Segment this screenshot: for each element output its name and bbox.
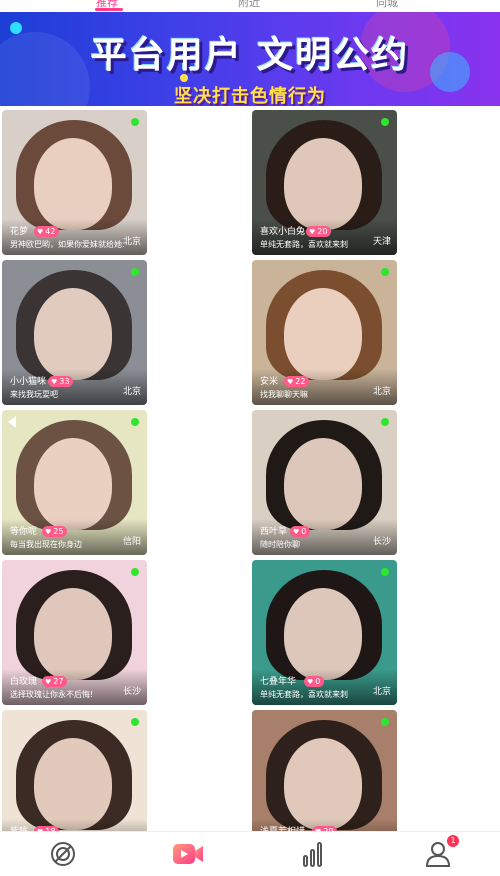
online-status-dot <box>131 568 139 576</box>
heart-icon: ♥ <box>309 228 316 236</box>
play-arrow-icon[interactable] <box>8 416 16 428</box>
likes-count: 33 <box>59 377 70 386</box>
likes-count: 0 <box>301 527 307 536</box>
user-grid: 花萝 ♥ 42 北京 男神欧巴哟，如果你爱妹就给她... 喜欢小白兔 ♥ 20 天津… <box>0 110 500 832</box>
top-tabs: 推荐 附近 同城 <box>0 0 500 12</box>
photo-face <box>34 288 112 380</box>
user-city: 长沙 <box>122 687 141 697</box>
user-card[interactable]: 七叠年华 ♥ 0 北京 单纯无套路，喜欢就来刺 <box>252 560 397 705</box>
user-name: 等你呢 <box>10 527 38 537</box>
tab-same-city[interactable]: 同城 <box>376 0 398 10</box>
user-card[interactable]: 等你呢 ♥ 25 信阳 每当我出现在你身边 <box>2 410 147 555</box>
user-city: 长沙 <box>372 537 391 547</box>
photo-face <box>284 288 362 380</box>
user-card[interactable]: 西叶草 ♥ 0 长沙 随时陪你聊 <box>252 410 397 555</box>
announcement-banner[interactable]: 平台用户 文明公约 坚决打击色情行为 <box>0 12 500 106</box>
user-city: 天津 <box>372 237 391 247</box>
user-card[interactable]: 小小猫咪 ♥ 33 北京 来找我玩耍吧 <box>2 260 147 405</box>
likes-count: 27 <box>53 677 64 686</box>
heart-icon: ♥ <box>307 678 314 686</box>
likes-count: 20 <box>317 227 328 236</box>
heart-icon: ♥ <box>293 528 300 536</box>
user-city: 北京 <box>372 687 391 697</box>
likes-count: 25 <box>53 527 64 536</box>
likes-badge: ♥ 42 <box>34 226 60 237</box>
user-name: 花萝 <box>10 227 29 237</box>
likes-count: 42 <box>45 227 56 236</box>
user-name: 七叠年华 <box>260 677 297 687</box>
nav-profile[interactable]: 1 <box>375 832 500 876</box>
user-city: 北京 <box>372 387 391 397</box>
user-bio: 找我聊聊天嘛 <box>260 390 308 399</box>
online-status-dot <box>131 418 139 426</box>
user-card[interactable]: 浅夏若相惜 ♥ 29 <box>252 710 397 832</box>
banner-title: 平台用户 文明公约 <box>90 35 410 76</box>
photo-face <box>34 438 112 530</box>
user-name: 喜欢小白兔 <box>260 227 306 237</box>
tab-nearby[interactable]: 附近 <box>238 0 260 10</box>
likes-badge: ♥ 25 <box>42 526 68 537</box>
ranking-bars-icon <box>302 842 322 867</box>
user-card[interactable]: 花萝 ♥ 42 北京 男神欧巴哟，如果你爱妹就给她... <box>2 110 147 255</box>
photo-face <box>284 738 362 830</box>
user-bio: 选择玫瑰让你永不后悔! <box>10 690 94 699</box>
likes-badge: ♥ 0 <box>290 526 311 537</box>
likes-badge: ♥ 33 <box>48 376 74 387</box>
banner-subtitle: 坚决打击色情行为 <box>174 86 326 106</box>
user-city: 信阳 <box>122 537 141 547</box>
photo-face <box>284 438 362 530</box>
online-status-dot <box>131 718 139 726</box>
likes-badge: ♥ 0 <box>304 676 325 687</box>
user-bio: 随时陪你聊 <box>260 540 300 549</box>
photo-face <box>34 588 112 680</box>
online-status-dot <box>381 568 389 576</box>
video-camera-icon <box>172 844 203 864</box>
nav-discover[interactable] <box>0 832 125 876</box>
photo-face <box>284 588 362 680</box>
user-card[interactable]: 紫眸 ♥ 18 <box>2 710 147 832</box>
discover-icon <box>50 842 75 866</box>
heart-icon: ♥ <box>37 228 44 236</box>
user-card[interactable]: 安米 ♥ 22 北京 找我聊聊天嘛 <box>252 260 397 405</box>
likes-badge: ♥ 27 <box>42 676 68 687</box>
likes-count: 22 <box>295 377 306 386</box>
user-name: 西叶草 <box>260 527 288 537</box>
user-bio: 来找我玩耍吧 <box>10 390 58 399</box>
online-status-dot <box>131 268 139 276</box>
photo-face <box>34 138 112 230</box>
user-card[interactable]: 喜欢小白兔 ♥ 20 天津 单纯无套路，喜欢就来刺 <box>252 110 397 255</box>
heart-icon: ♥ <box>287 378 294 386</box>
user-name: 安米 <box>260 377 279 387</box>
online-status-dot <box>381 718 389 726</box>
bottom-nav: 1 <box>0 831 500 876</box>
heart-icon: ♥ <box>51 378 58 386</box>
likes-badge: ♥ 20 <box>306 226 332 237</box>
online-status-dot <box>131 118 139 126</box>
user-bio: 单纯无套路，喜欢就来刺 <box>260 240 348 249</box>
user-city: 北京 <box>122 237 141 247</box>
online-status-dot <box>381 118 389 126</box>
photo-face <box>284 138 362 230</box>
online-status-dot <box>381 418 389 426</box>
likes-count: 0 <box>315 677 321 686</box>
user-city: 北京 <box>122 387 141 397</box>
user-bio: 每当我出现在你身边 <box>10 540 82 549</box>
photo-face <box>34 738 112 830</box>
user-card[interactable]: 白玫瑰 ♥ 27 长沙 选择玫瑰让你永不后悔! <box>2 560 147 705</box>
nav-ranking[interactable] <box>250 832 375 876</box>
notification-badge: 1 <box>447 835 459 847</box>
nav-video[interactable] <box>125 832 250 876</box>
active-tab-indicator <box>95 8 123 11</box>
user-name: 白玫瑰 <box>10 677 38 687</box>
heart-icon: ♥ <box>45 678 52 686</box>
online-status-dot <box>381 268 389 276</box>
user-name: 小小猫咪 <box>10 377 47 387</box>
user-bio: 单纯无套路，喜欢就来刺 <box>260 690 348 699</box>
user-bio: 男神欧巴哟，如果你爱妹就给她... <box>10 240 125 249</box>
heart-icon: ♥ <box>45 528 52 536</box>
likes-badge: ♥ 22 <box>284 376 310 387</box>
